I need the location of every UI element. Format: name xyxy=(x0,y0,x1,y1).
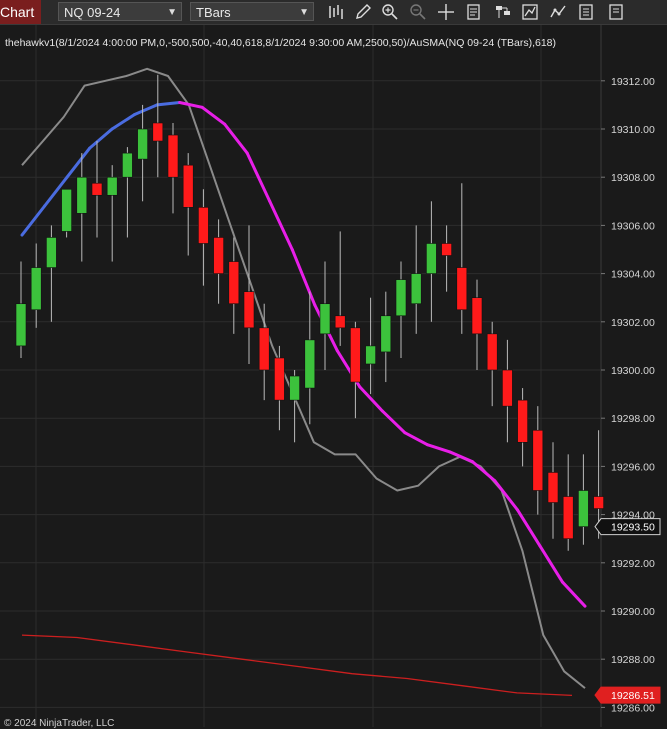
main-line-segment xyxy=(515,508,542,548)
main-line-segment xyxy=(403,431,429,447)
candle-body xyxy=(517,399,528,443)
candle-body xyxy=(152,122,164,142)
main-line-segment xyxy=(425,443,452,454)
main-line-segment xyxy=(110,113,137,131)
draw-icon[interactable] xyxy=(354,3,372,21)
candle-body xyxy=(380,315,392,353)
candle-body xyxy=(182,164,194,208)
candle-body xyxy=(395,279,407,317)
candle-body xyxy=(289,375,300,401)
instrument-label: NQ 09-24 xyxy=(64,5,121,20)
main-line-segment xyxy=(88,127,114,150)
templates-icon[interactable] xyxy=(549,3,567,21)
candle-body xyxy=(198,207,209,244)
candle-body xyxy=(486,333,498,371)
tick-label: 19298.00 xyxy=(611,413,655,425)
tick-label: 19290.00 xyxy=(611,606,655,618)
main-line-segment xyxy=(560,580,587,608)
candle-body xyxy=(410,273,422,305)
crosshair-icon[interactable] xyxy=(437,3,455,21)
candle-body xyxy=(578,490,589,527)
main-line-segment xyxy=(470,460,497,483)
data-box-icon[interactable] xyxy=(465,3,483,21)
bar-type-label: TBars xyxy=(196,5,231,20)
zoom-out-icon[interactable] xyxy=(409,3,427,21)
tick-label: 19312.00 xyxy=(611,76,655,88)
main-line-segment xyxy=(538,544,564,584)
chevron-down-icon: ▼ xyxy=(299,7,309,18)
candle-body xyxy=(426,243,437,274)
main-line-segment xyxy=(155,100,182,107)
tick-label: 19300.00 xyxy=(611,365,655,377)
tick-label: 19292.00 xyxy=(611,558,655,570)
candle-body xyxy=(228,261,240,305)
candle-body xyxy=(304,339,316,389)
candle-body xyxy=(593,496,604,509)
zoom-in-icon[interactable] xyxy=(381,3,399,21)
candle-body xyxy=(319,303,331,335)
candle-body xyxy=(562,496,574,539)
candle-body xyxy=(61,188,72,232)
candle-body xyxy=(243,291,255,329)
tick-label: 19296.00 xyxy=(611,461,655,473)
candle-body xyxy=(76,176,88,214)
candle-body xyxy=(547,472,559,503)
ausma-line xyxy=(21,634,573,697)
candle-body xyxy=(30,267,42,311)
candle-body xyxy=(471,297,483,335)
chart-toolbar: Chart NQ 09-24 ▼ TBars ▼ xyxy=(0,0,667,25)
tick-label: 19302.00 xyxy=(611,317,655,329)
strategies-icon[interactable] xyxy=(494,3,512,21)
candle-body xyxy=(167,134,179,178)
chevron-down-icon: ▼ xyxy=(167,7,177,18)
candle-body xyxy=(502,369,513,407)
candle-body xyxy=(15,303,27,347)
indicators-icon[interactable] xyxy=(521,3,539,21)
price-chart[interactable]: 19286.0019288.0019290.0019292.0019294.00… xyxy=(0,25,667,727)
candle-body xyxy=(441,243,452,256)
candle-body xyxy=(122,152,133,178)
indicator-label: thehawkv1(8/1/2024 4:00:00 PM,0,-500,500… xyxy=(5,37,557,49)
candlestick-series xyxy=(15,74,604,551)
candle-body xyxy=(274,357,285,401)
chart-tab[interactable]: Chart xyxy=(0,0,41,24)
candle-body xyxy=(334,315,346,329)
candle-body xyxy=(258,327,270,371)
candle-body xyxy=(213,237,224,274)
tick-label: 19306.00 xyxy=(611,220,655,232)
main-line-segment xyxy=(133,103,159,117)
main-line-segment xyxy=(380,409,407,435)
tick-label: 19304.00 xyxy=(611,269,655,281)
main-line-segment xyxy=(178,100,204,109)
price-marker-label: 19286.51 xyxy=(611,690,655,702)
bar-type-icon[interactable] xyxy=(327,3,345,21)
gray-band-line xyxy=(21,67,586,689)
tick-label: 19286.00 xyxy=(611,702,655,714)
main-line-segment xyxy=(20,204,47,237)
copyright-text: © 2024 NinjaTrader, LLC xyxy=(4,718,115,729)
candle-body xyxy=(456,267,468,311)
main-line-segment xyxy=(65,146,92,179)
price-marker-label: 19293.50 xyxy=(611,522,655,534)
main-line-segment xyxy=(200,105,227,126)
bar-type-selector[interactable]: TBars ▼ xyxy=(190,2,314,21)
more-icon[interactable] xyxy=(607,3,625,21)
candle-body xyxy=(137,128,148,160)
properties-icon[interactable] xyxy=(577,3,595,21)
candle-body xyxy=(532,429,544,491)
candle-body xyxy=(350,327,361,383)
price-axis: 19286.0019288.0019290.0019292.0019294.00… xyxy=(601,76,655,714)
tick-label: 19288.00 xyxy=(611,654,655,666)
instrument-selector[interactable]: NQ 09-24 ▼ xyxy=(58,2,182,21)
main-line-segment xyxy=(290,248,317,307)
candle-body xyxy=(91,182,103,196)
candle-body xyxy=(106,176,118,196)
candle-body xyxy=(46,237,57,268)
indicator-lines xyxy=(20,67,587,697)
candle-body xyxy=(365,345,376,365)
tick-label: 19308.00 xyxy=(611,172,655,184)
tick-label: 19310.00 xyxy=(611,124,655,136)
